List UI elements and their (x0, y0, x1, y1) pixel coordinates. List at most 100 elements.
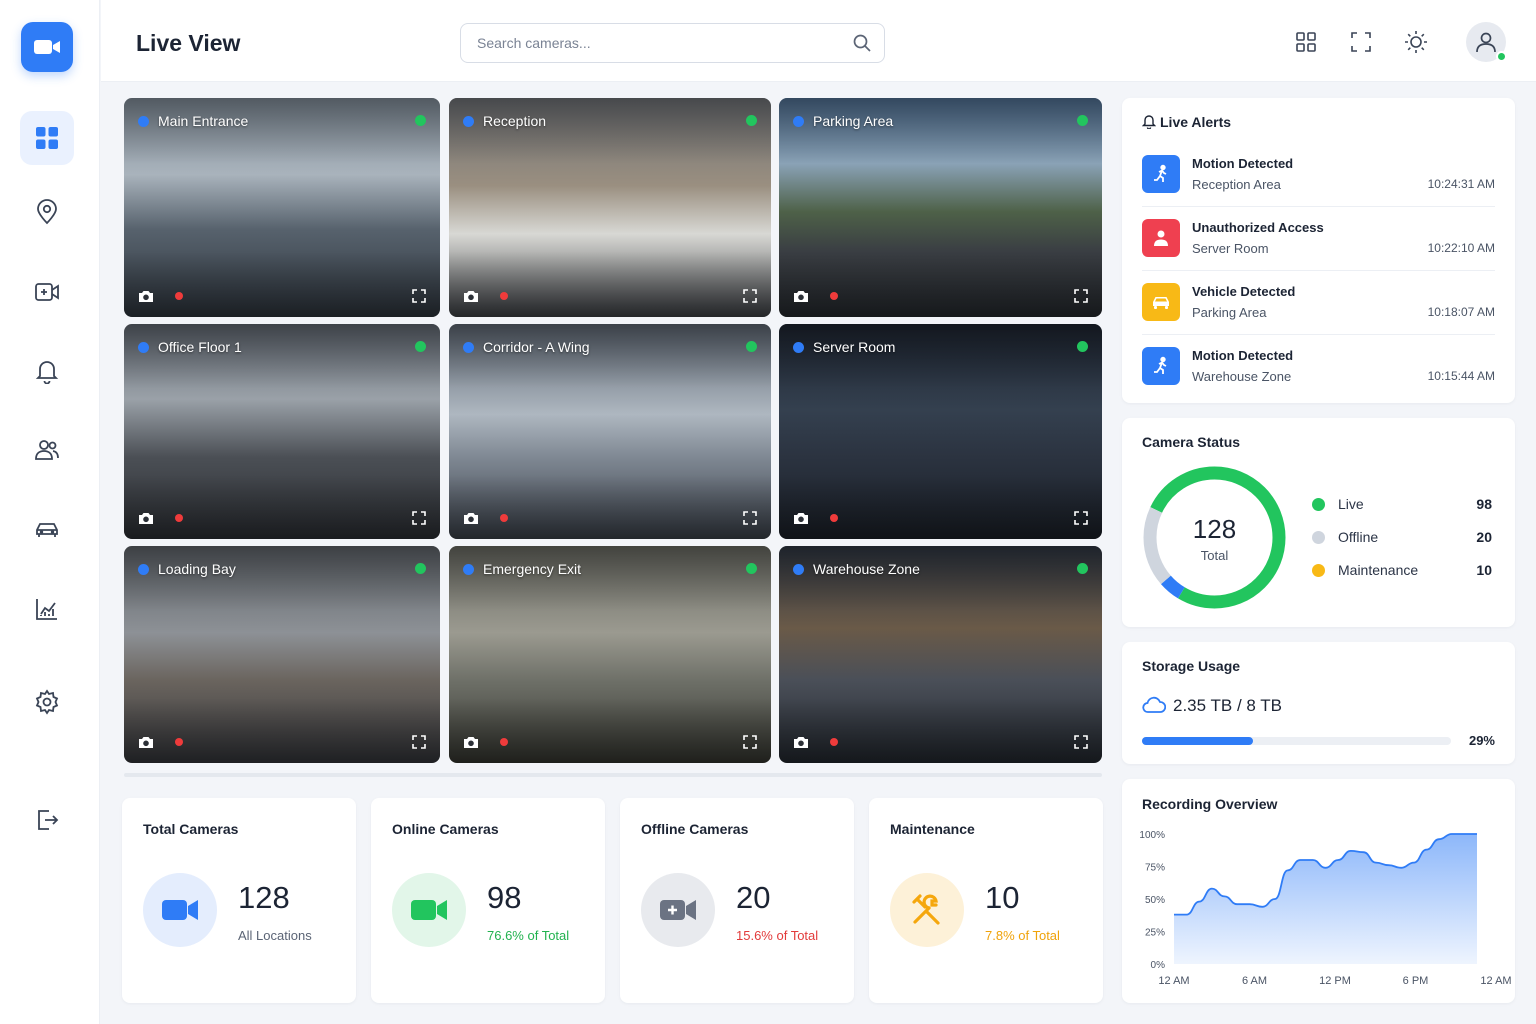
camera-name: Warehouse Zone (813, 561, 920, 577)
sidebar-item-cameras[interactable] (20, 265, 74, 319)
camera-marker-dot (793, 341, 804, 353)
x-tick-label: 12 AM (1158, 975, 1189, 987)
camera-snapshot-icon[interactable] (463, 735, 479, 749)
legend-label: Maintenance (1338, 562, 1419, 578)
camera-snapshot-icon[interactable] (463, 511, 479, 525)
chart-area-fill (1174, 834, 1477, 964)
legend-dot (1312, 498, 1325, 511)
camera-tile[interactable]: Server Room (779, 324, 1102, 539)
camera-snapshot-icon[interactable] (793, 735, 809, 749)
camera-snapshot-icon[interactable] (138, 735, 154, 749)
kpi-card[interactable]: Online Cameras 98 76.6% of Total (371, 798, 605, 1003)
running-person-icon (1142, 347, 1180, 385)
theme-toggle-button[interactable] (1402, 28, 1430, 56)
avatar[interactable] (1466, 22, 1507, 62)
expand-icon[interactable] (743, 289, 757, 303)
recording-dot (830, 738, 838, 746)
sidebar-item-dashboard[interactable] (20, 111, 74, 165)
sidebar-item-locations[interactable] (20, 185, 74, 239)
alert-item[interactable]: Vehicle Detected Parking Area 10:18:07 AM (1142, 271, 1495, 335)
person-icon (1142, 219, 1180, 257)
sidebar-item-logout[interactable] (20, 793, 74, 847)
camera-tile[interactable]: Loading Bay (124, 546, 440, 763)
donut-total-value: 128 (1192, 514, 1237, 544)
expand-icon[interactable] (1074, 735, 1088, 749)
expand-icon[interactable] (1074, 289, 1088, 303)
camera-label: Office Floor 1 (138, 339, 242, 355)
camera-status-card: Camera Status 128 Total Live 98 Offline 20 M… (1122, 418, 1515, 627)
expand-icon[interactable] (743, 511, 757, 525)
camera-label: Corridor - A Wing (463, 339, 590, 355)
live-alerts-card: Live Alerts Motion Detected Reception Are… (1122, 98, 1515, 403)
storage-usage-card: Storage Usage 2.35 TB / 8 TB 29% (1122, 642, 1515, 764)
camera-tile[interactable]: Emergency Exit (449, 546, 771, 763)
kpi-title: Online Cameras (392, 821, 499, 837)
live-status-dot (746, 115, 757, 126)
sidebar-item-alerts[interactable] (20, 344, 74, 398)
x-tick-label: 6 AM (1242, 975, 1267, 987)
bell-icon (1142, 115, 1156, 129)
camera-tile[interactable]: Parking Area (779, 98, 1102, 317)
alert-title: Motion Detected (1192, 348, 1294, 363)
live-status-dot (746, 341, 757, 352)
kpi-subtext: 76.6% of Total (487, 928, 570, 943)
sidebar-item-vehicles[interactable] (20, 503, 74, 557)
camera-tile[interactable]: Warehouse Zone (779, 546, 1102, 763)
feed-overlay (124, 324, 440, 539)
x-tick-label: 12 AM (1480, 975, 1511, 987)
recording-dot (175, 738, 183, 746)
online-status-dot (1496, 51, 1507, 62)
camera-tile[interactable]: Main Entrance (124, 98, 440, 317)
kpi-value: 128 (238, 880, 290, 915)
x-tick-label: 12 PM (1319, 975, 1351, 987)
camera-snapshot-icon[interactable] (138, 289, 154, 303)
users-icon (35, 440, 59, 460)
storage-percent: 29% (1468, 733, 1495, 748)
camera-label: Parking Area (793, 113, 893, 129)
recording-dot (175, 292, 183, 300)
kpi-icon-circle (392, 873, 466, 947)
expand-icon[interactable] (412, 289, 426, 303)
sidebar-item-settings[interactable] (20, 675, 74, 729)
expand-icon[interactable] (412, 511, 426, 525)
expand-icon[interactable] (743, 735, 757, 749)
y-tick-label: 75% (1145, 863, 1165, 874)
kpi-value: 98 (487, 880, 522, 915)
camera-snapshot-icon[interactable] (793, 511, 809, 525)
expand-icon[interactable] (1074, 511, 1088, 525)
alert-item[interactable]: Motion Detected Reception Area 10:24:31 AM (1142, 143, 1495, 207)
map-pin-icon (37, 199, 57, 225)
recording-dot (175, 514, 183, 522)
camera-snapshot-icon[interactable] (793, 289, 809, 303)
grid-scrollbar[interactable] (124, 773, 1102, 777)
app-logo[interactable] (21, 22, 73, 72)
kpi-card[interactable]: Offline Cameras 20 15.6% of Total (620, 798, 854, 1003)
kpi-card[interactable]: Maintenance 10 7.8% of Total (869, 798, 1103, 1003)
search-box (460, 23, 885, 63)
camera-snapshot-icon[interactable] (138, 511, 154, 525)
sidebar-item-analytics[interactable] (20, 582, 74, 636)
cloud-icon (1142, 696, 1166, 713)
alert-item[interactable]: Unauthorized Access Server Room 10:22:10 A… (1142, 207, 1495, 271)
grid-layout-button[interactable] (1292, 28, 1320, 56)
expand-icon[interactable] (412, 735, 426, 749)
kpi-card[interactable]: Total Cameras 128 All Locations (122, 798, 356, 1003)
search-icon[interactable] (852, 33, 872, 53)
feed-overlay (124, 98, 440, 317)
camera-tile[interactable]: Office Floor 1 (124, 324, 440, 539)
recording-dot (830, 292, 838, 300)
kpi-subtext: 7.8% of Total (985, 928, 1060, 943)
layout-grid-icon (1296, 32, 1316, 52)
live-status-dot (1077, 563, 1088, 574)
camera-tile[interactable]: Reception (449, 98, 771, 317)
recording-dot (830, 514, 838, 522)
fullscreen-button[interactable] (1347, 28, 1375, 56)
feed-overlay (779, 98, 1102, 317)
camera-snapshot-icon[interactable] (463, 289, 479, 303)
camera-tile[interactable]: Corridor - A Wing (449, 324, 771, 539)
search-input[interactable] (461, 24, 821, 62)
recording-overview-card: Recording Overview 100% 75% 50% 25% 0% 12 AM 6… (1122, 779, 1515, 1003)
alert-item[interactable]: Motion Detected Warehouse Zone 10:15:44 AM (1142, 335, 1495, 399)
fullscreen-icon (1351, 32, 1371, 52)
sidebar-item-users[interactable] (20, 423, 74, 477)
